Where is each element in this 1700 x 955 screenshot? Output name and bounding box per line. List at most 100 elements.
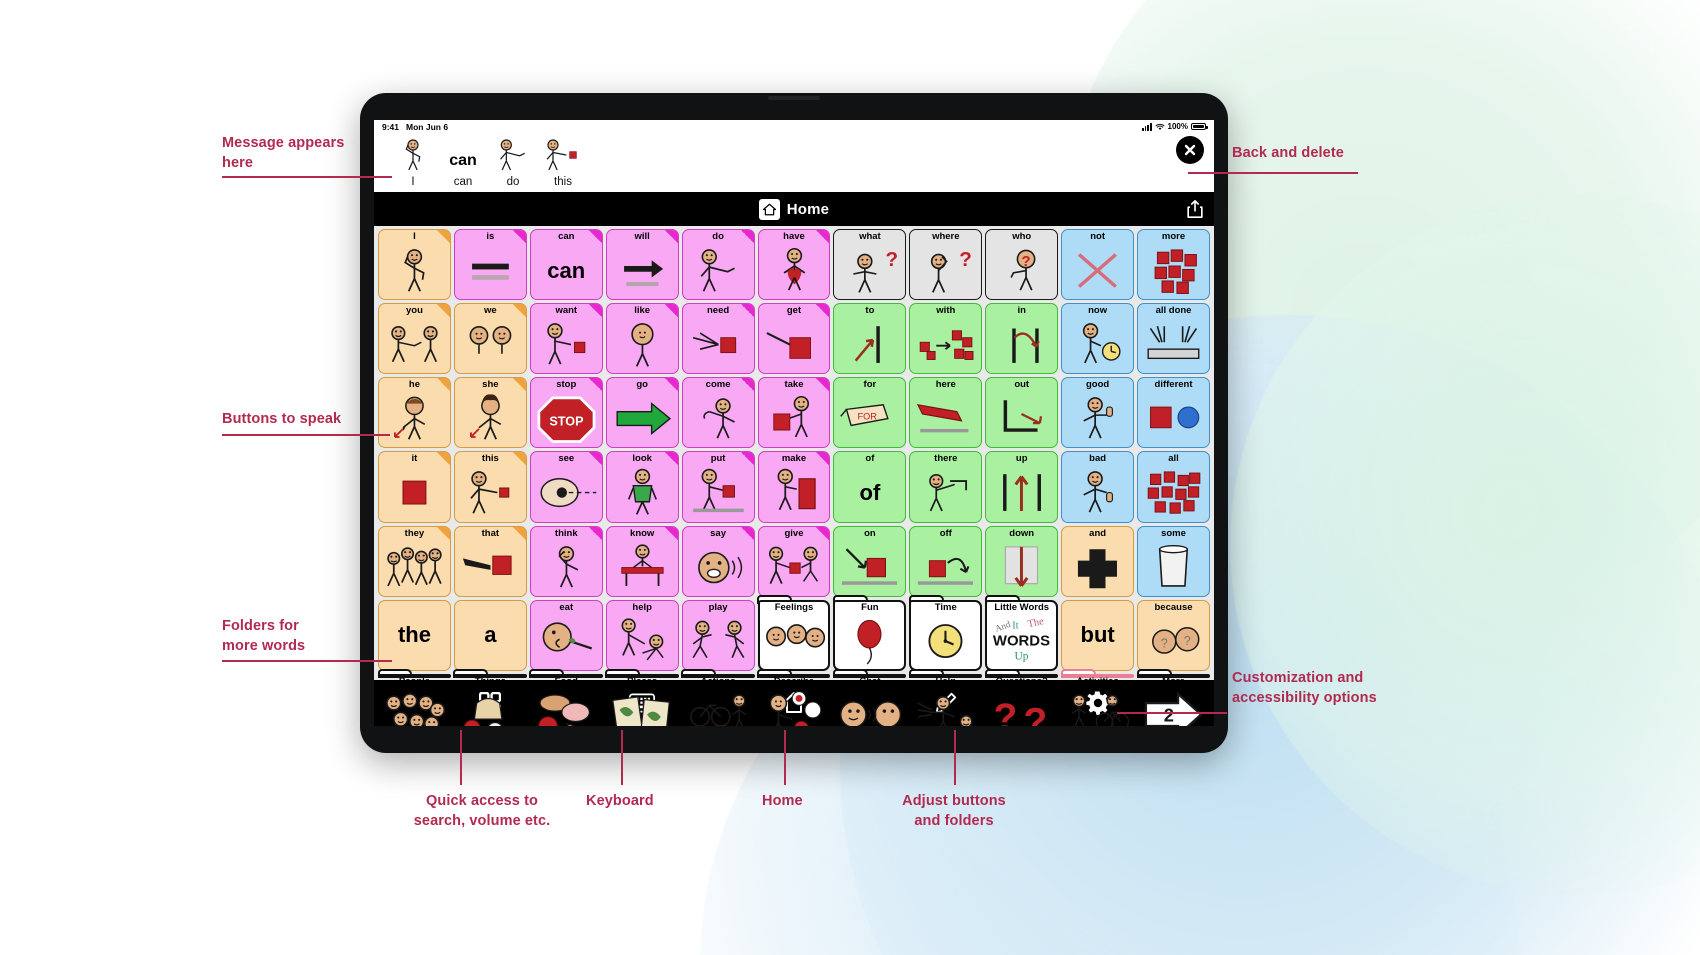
button-symbol-blocks-joining — [910, 316, 981, 373]
message-bar[interactable]: 9:41 Mon Jun 6 100% Ican can do this — [374, 120, 1214, 192]
speak-button-here[interactable]: here — [909, 377, 983, 449]
message-item[interactable]: I — [388, 135, 438, 188]
speak-button-do[interactable]: do — [681, 229, 755, 301]
message-item[interactable]: can can — [438, 135, 488, 188]
speak-button-more[interactable]: more — [1137, 229, 1210, 301]
speak-button-come[interactable]: come — [681, 377, 755, 449]
speak-button-different[interactable]: different — [1137, 377, 1210, 449]
speak-button-need[interactable]: need — [681, 303, 755, 375]
speak-button-see[interactable]: see — [529, 451, 603, 523]
button-symbol-person-with-clock — [1062, 316, 1133, 373]
speak-button-she[interactable]: she — [453, 377, 527, 449]
speak-button-is[interactable]: is — [453, 229, 527, 301]
speak-button-for[interactable]: for FOR — [833, 377, 907, 449]
folder-button-places[interactable]: Places — [605, 668, 679, 726]
speak-button-what[interactable]: what? — [833, 229, 907, 301]
speak-button-like[interactable]: like — [605, 303, 679, 375]
folder-button-people[interactable]: People — [377, 668, 451, 726]
folder-button-actions[interactable]: Actions — [681, 668, 755, 726]
speak-button-you[interactable]: you — [378, 303, 451, 375]
speak-button-i[interactable]: I — [378, 229, 451, 301]
speak-button-of[interactable]: of of — [833, 451, 907, 523]
folder-button-activities[interactable]: Activities — [1060, 668, 1135, 726]
speak-button-out[interactable]: out — [985, 377, 1059, 449]
speak-button-he[interactable]: he — [378, 377, 451, 449]
speak-button-this[interactable]: this — [453, 451, 527, 523]
speak-button-up[interactable]: up — [985, 451, 1059, 523]
folder-button-feelings[interactable]: Feelings — [757, 594, 831, 671]
speak-button-look[interactable]: look — [605, 451, 679, 523]
speak-button-all[interactable]: all — [1137, 451, 1210, 523]
button-label: for — [863, 379, 877, 391]
speak-button-off[interactable]: off — [909, 525, 983, 597]
speak-button-take[interactable]: take — [757, 377, 831, 449]
folder-button-help[interactable]: Help — [908, 668, 983, 726]
speak-button-not[interactable]: not — [1061, 229, 1135, 301]
folder-button-things[interactable]: Things — [453, 668, 527, 726]
button-label: like — [634, 305, 651, 317]
speak-button-now[interactable]: now — [1061, 303, 1135, 375]
speak-button-put[interactable]: put — [681, 451, 755, 523]
speak-button-in[interactable]: in — [985, 303, 1059, 375]
message-item[interactable]: do — [488, 135, 538, 188]
speak-button-think[interactable]: think — [529, 525, 603, 597]
speak-button-give[interactable]: give — [757, 525, 831, 597]
folder-button-more[interactable]: More 2 — [1136, 668, 1210, 726]
annotation-adjust-buttons: Adjust buttons and folders — [880, 791, 1028, 831]
speak-button-because[interactable]: because?? — [1137, 599, 1210, 671]
speak-button-that[interactable]: that — [453, 525, 527, 597]
speak-button-have[interactable]: have — [757, 229, 831, 301]
speak-button-bad[interactable]: bad — [1061, 451, 1135, 523]
speak-button-good[interactable]: good — [1061, 377, 1135, 449]
speak-button-a[interactable]: a — [453, 599, 527, 671]
speak-button-but[interactable]: but — [1061, 599, 1135, 671]
speak-button-down[interactable]: down — [985, 525, 1059, 597]
message-item[interactable]: this — [538, 135, 588, 188]
folder-button-fun[interactable]: Fun — [832, 594, 907, 671]
speak-button-they[interactable]: they — [378, 525, 451, 597]
speak-button-who[interactable]: who? — [985, 229, 1059, 301]
speak-button-help[interactable]: help — [605, 599, 679, 671]
speak-button-all-done[interactable]: all done — [1137, 303, 1210, 375]
speak-button-to[interactable]: to — [833, 303, 907, 375]
speak-button-we[interactable]: we — [453, 303, 527, 375]
speak-button-with[interactable]: with — [909, 303, 983, 375]
folder-button-describe[interactable]: Describe — [757, 668, 831, 726]
button-symbol-partial-cup — [1138, 539, 1209, 596]
speak-button-say[interactable]: say — [681, 525, 755, 597]
speak-button-it[interactable]: it — [378, 451, 451, 523]
grid-cell: is — [453, 229, 527, 301]
svg-text:2: 2 — [1164, 704, 1174, 725]
button-label: say — [710, 527, 726, 539]
home-icon[interactable] — [758, 198, 780, 220]
message-word: can — [453, 176, 473, 188]
button-symbol-stack-of-blocks — [1138, 242, 1209, 299]
speak-button-where[interactable]: where? — [909, 229, 983, 301]
speak-button-play[interactable]: play — [681, 599, 755, 671]
share-button[interactable] — [1185, 199, 1205, 219]
speak-button-eat[interactable]: eat — [529, 599, 603, 671]
leader-line-quick — [460, 730, 462, 785]
button-symbol-person-head-question: ? — [986, 242, 1057, 299]
speak-button-stop[interactable]: stop STOP — [529, 377, 603, 449]
speak-button-know[interactable]: know — [605, 525, 679, 597]
speak-button-want[interactable]: want — [529, 303, 603, 375]
back-and-delete-button[interactable] — [1176, 136, 1204, 164]
grid-cell: More 2 — [1136, 668, 1210, 726]
speak-button-will[interactable]: will — [605, 229, 679, 301]
speak-button-there[interactable]: there — [909, 451, 983, 523]
corner-fold-icon — [512, 378, 526, 392]
folder-button-food[interactable]: Food — [529, 668, 603, 726]
button-label: go — [636, 379, 648, 391]
speak-button-can[interactable]: can can — [529, 229, 603, 301]
folder-button-questions-[interactable]: Questions??? — [984, 668, 1059, 726]
speak-button-make[interactable]: make — [757, 451, 831, 523]
folder-button-chat[interactable]: Chat — [832, 668, 907, 726]
speak-button-some[interactable]: some — [1137, 525, 1210, 597]
folder-button-time[interactable]: Time — [908, 594, 983, 671]
speak-button-go[interactable]: go — [605, 377, 679, 449]
speak-button-on[interactable]: on — [833, 525, 907, 597]
speak-button-get[interactable]: get — [757, 303, 831, 375]
speak-button-and[interactable]: and — [1061, 525, 1135, 597]
folder-button-little-words[interactable]: Little Words And It The WORDS Up — [984, 594, 1059, 671]
